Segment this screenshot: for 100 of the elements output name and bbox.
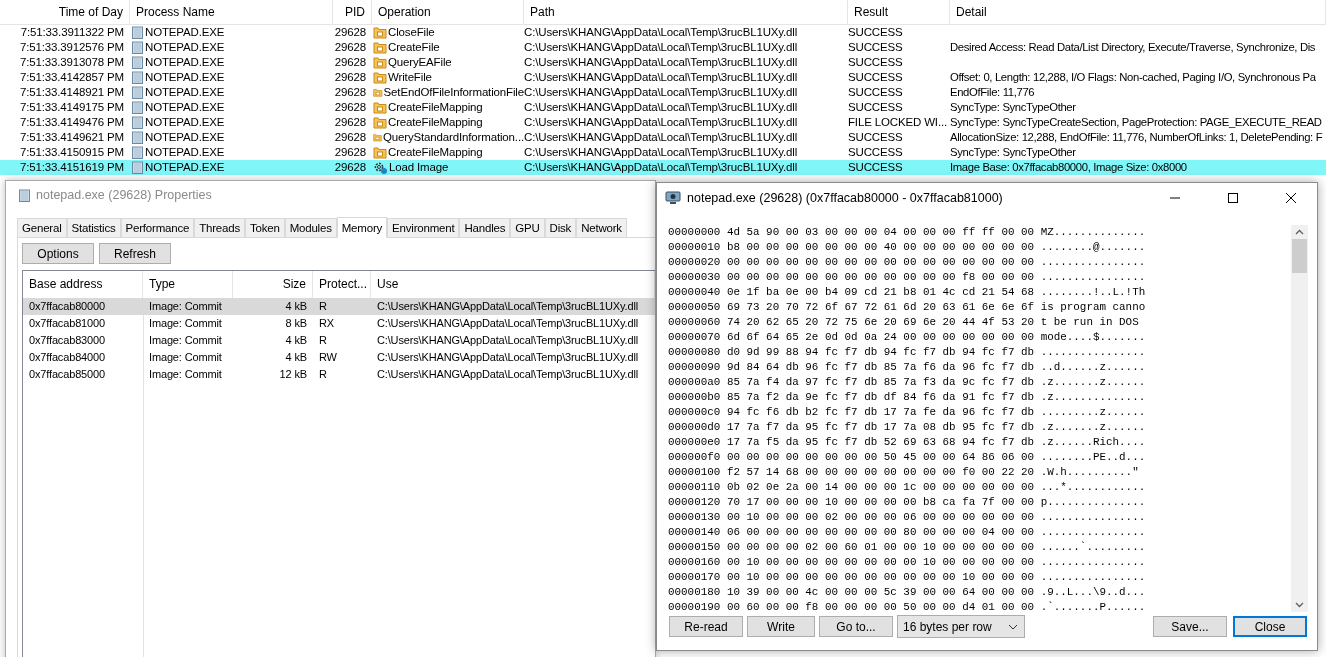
event-row[interactable]: 7:51:33.4149175 PM NOTEPAD.EXE 29628 CreateFileMapping C:\Users\KHANG\AppData\Local\Temp\3rucBL1UXy.dll SUCCESS SyncType: SyncTypeOther: [0, 100, 1326, 115]
scroll-up-icon[interactable]: [1295, 229, 1304, 235]
tab[interactable]: Modules: [284, 218, 337, 237]
memory-row[interactable]: 0x7ffacab81000 Image: Commit 8 kB RX C:\Users\KHANG\AppData\Local\Temp\3rucBL1UXy.dll: [23, 315, 655, 332]
address-cell-text: 0x7ffacab81000: [28, 316, 106, 331]
tab[interactable]: Memory: [336, 217, 388, 238]
operation-cell: QueryStandardInformation...: [382, 130, 524, 145]
ascii-text: mode....$.......: [1040, 330, 1146, 345]
offset-text: 00000130: [668, 510, 721, 525]
pid-cell-text: 29628: [333, 25, 367, 40]
ascii-text: MZ..............: [1040, 225, 1146, 240]
memory-row[interactable]: 0x7ffacab84000 Image: Commit 4 kB RW C:\Users\KHANG\AppData\Local\Temp\3rucBL1UXy.dll: [23, 349, 655, 366]
ascii-text: ........PE..d...: [1040, 450, 1146, 465]
row-size-dropdown[interactable]: 16 bytes per row: [897, 615, 1025, 638]
offset-text: 00000110: [668, 480, 721, 495]
event-row[interactable]: 7:51:33.3911322 PM NOTEPAD.EXE 29628 CloseFile C:\Users\KHANG\AppData\Local\Temp\3rucBL1UXy.dll SUCCESS: [0, 25, 1326, 40]
time-cell-text: 7:51:33.4149621 PM: [18, 130, 125, 145]
offset-text: 00000020: [668, 255, 721, 270]
type-cell-text: Image: Commit: [148, 333, 223, 348]
event-row[interactable]: 7:51:33.3912576 PM NOTEPAD.EXE 29628 CreateFile C:\Users\KHANG\AppData\Local\Temp\3rucBL1UXy.dll SUCCESS Desired Access: Read Data/List Directory, Execute/Traverse, Synchronize, Dis: [0, 40, 1326, 55]
event-row[interactable]: 7:51:33.4149621 PM NOTEPAD.EXE 29628 QueryStandardInformation...C:\Users\KHANG\AppData\Local\Temp\3rucBL1UXy.dll SUCCESS AllocationSize: 12,288, EndOfFile: 11,776, NumberOfLinks: 1, DeletePending: F: [0, 130, 1326, 145]
dialog-button[interactable]: Write: [747, 616, 815, 637]
size-cell-text: 12 kB: [278, 367, 308, 382]
type-cell-text: Image: Commit: [148, 316, 223, 331]
result-cell-text: SUCCESS: [848, 55, 904, 70]
notepad-icon: [131, 146, 144, 159]
scroll-thumb[interactable]: [1292, 239, 1307, 273]
notepad-icon: [131, 86, 144, 99]
tab[interactable]: GPU: [510, 218, 545, 237]
tab[interactable]: Statistics: [66, 218, 121, 237]
dialog-button[interactable]: Save...: [1153, 616, 1227, 637]
event-row[interactable]: 7:51:33.3913078 PM NOTEPAD.EXE 29628 QueryEAFile C:\Users\KHANG\AppData\Local\Temp\3rucBL1UXy.dll SUCCESS: [0, 55, 1326, 70]
dialog-button[interactable]: Go to...: [819, 616, 893, 637]
memory-row[interactable]: 0x7ffacab85000 Image: Commit 12 kB R C:\Users\KHANG\AppData\Local\Temp\3rucBL1UXy.dll: [23, 366, 655, 383]
window-title: notepad.exe (29628) (0x7ffacab80000 - 0x7ffacab81000): [687, 191, 1004, 205]
tab[interactable]: Environment: [387, 218, 460, 237]
detail-cell-text: SyncType: SyncTypeOther: [950, 145, 1077, 160]
type-cell-text: Image: Commit: [148, 299, 223, 314]
hex-bytes: b8 00 00 00 00 00 00 00 40 00 00 00 00 00 00 00: [726, 240, 1035, 255]
tab[interactable]: Handles: [459, 218, 511, 237]
event-row[interactable]: 7:51:33.4148921 PM NOTEPAD.EXE 29628 SetEndOfFileInformationFileC:\Users\KHANG\AppData\Local\Temp\3rucBL1UXy.dll SUCCESS EndOfFile: 11,776: [0, 85, 1326, 100]
process-cell: NOTEPAD.EXE: [145, 70, 225, 85]
notepad-icon: [131, 161, 144, 174]
ascii-text: ................: [1040, 270, 1146, 285]
event-row[interactable]: 7:51:33.4150915 PM NOTEPAD.EXE 29628 CreateFileMapping C:\Users\KHANG\AppData\Local\Temp\3rucBL1UXy.dll SUCCESS SyncType: SyncTypeOther: [0, 145, 1326, 160]
column-header[interactable]: Result: [848, 0, 950, 24]
operation-cell: CreateFileMapping: [388, 115, 483, 130]
ascii-text: .z.......z......: [1040, 420, 1146, 435]
dialog-button[interactable]: Close: [1233, 616, 1307, 637]
scrollbar[interactable]: [1291, 225, 1308, 612]
pid-cell-text: 29628: [333, 160, 367, 175]
column-header[interactable]: Process Name: [130, 0, 333, 24]
column-header[interactable]: Operation: [372, 0, 524, 24]
ascii-text: is program canno: [1040, 300, 1146, 315]
offset-text: 000000a0: [668, 375, 721, 390]
ascii-text: ................: [1040, 510, 1146, 525]
tab[interactable]: Disk: [544, 218, 577, 237]
pid-cell-text: 29628: [333, 70, 367, 85]
pid-cell-text: 29628: [333, 40, 367, 55]
hex-bytes: 74 20 62 65 20 72 75 6e 20 69 6e 20 44 4f 53 20: [726, 315, 1035, 330]
hex-bytes: 10 39 00 00 4c 00 00 00 5c 39 00 00 64 00 00 00: [726, 585, 1035, 600]
maximize-icon: [1228, 193, 1238, 203]
hex-bytes: 00 10 00 00 00 02 00 00 00 06 00 00 00 00 00 00: [726, 510, 1035, 525]
memory-row[interactable]: 0x7ffacab80000 Image: Commit 4 kB R C:\Users\KHANG\AppData\Local\Temp\3rucBL1UXy.dll: [23, 298, 655, 315]
tab[interactable]: Threads: [194, 218, 245, 237]
result-cell-text: SUCCESS: [848, 145, 904, 160]
column-header[interactable]: PID: [333, 0, 372, 24]
tab[interactable]: Token: [244, 218, 285, 237]
offset-text: 00000140: [668, 525, 721, 540]
size-cell-text: 4 kB: [284, 299, 308, 314]
offset-text: 00000190: [668, 600, 721, 615]
scroll-down-icon[interactable]: [1295, 602, 1304, 608]
tab[interactable]: General: [17, 218, 67, 237]
tab[interactable]: Performance: [120, 218, 195, 237]
detail-cell-text: Offset: 0, Length: 12,288, I/O Flags: Non-cached, Paging I/O, Synchronous Pa: [950, 70, 1317, 85]
path-cell-text: C:\Users\KHANG\AppData\Local\Temp\3rucBL1UXy.dll: [524, 70, 799, 85]
ascii-text: .9..L...\9..d...: [1040, 585, 1146, 600]
dialog-button[interactable]: Re-read: [669, 616, 743, 637]
address-cell-text: 0x7ffacab85000: [28, 367, 106, 382]
tab[interactable]: Network: [576, 218, 627, 237]
column-header[interactable]: Detail: [950, 0, 1326, 24]
ascii-text: ........@.......: [1040, 240, 1146, 255]
result-cell-text: SUCCESS: [848, 100, 904, 115]
ascii-text: .z......Rich....: [1040, 435, 1146, 450]
folder-icon: [373, 101, 387, 114]
type-cell-text: Image: Commit: [148, 367, 223, 382]
notepad-icon: [131, 101, 144, 114]
event-row[interactable]: 7:51:33.4151619 PM NOTEPAD.EXE 29628 Load Image C:\Users\KHANG\AppData\Local\Temp\3rucBL1UXy.dll SUCCESS Image Base: 0x7ffacab80000, Image Size: 0x8000: [0, 160, 1326, 175]
options-button[interactable]: Options: [22, 243, 94, 264]
column-header[interactable]: Time of Day: [0, 0, 130, 24]
path-cell-text: C:\Users\KHANG\AppData\Local\Temp\3rucBL1UXy.dll: [524, 145, 799, 160]
refresh-button[interactable]: Refresh: [99, 243, 171, 264]
pid-cell-text: 29628: [333, 145, 367, 160]
column-header[interactable]: Path: [524, 0, 848, 24]
ascii-text: ................: [1040, 345, 1146, 360]
event-row[interactable]: 7:51:33.4149476 PM NOTEPAD.EXE 29628 CreateFileMapping C:\Users\KHANG\AppData\Local\Temp\3rucBL1UXy.dll FILE LOCKED WI... SyncType: SyncTypeCreateSection, PageProtection: PAGE_EXECUTE_READ: [0, 115, 1326, 130]
memory-row[interactable]: 0x7ffacab83000 Image: Commit 4 kB R C:\Users\KHANG\AppData\Local\Temp\3rucBL1UXy.dll: [23, 332, 655, 349]
use-cell-text: C:\Users\KHANG\AppData\Local\Temp\3rucBL1UXy.dll: [376, 316, 639, 331]
folder-icon: [373, 71, 387, 84]
event-row[interactable]: 7:51:33.4142857 PM NOTEPAD.EXE 29628 WriteFile C:\Users\KHANG\AppData\Local\Temp\3rucBL1UXy.dll SUCCESS Offset: 0, Length: 12,288, I/O Flags: Non-cached, Paging I/O, Synchronous Pa: [0, 70, 1326, 85]
